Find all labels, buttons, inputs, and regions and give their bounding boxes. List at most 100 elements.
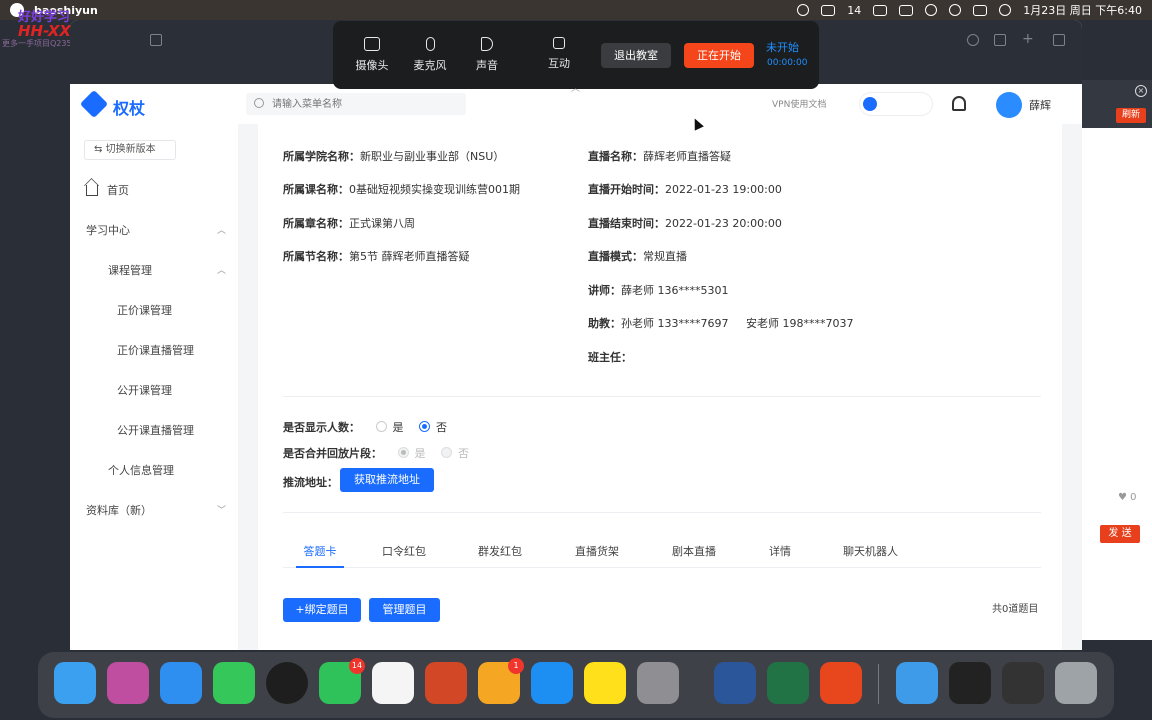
siri-icon[interactable] — [999, 4, 1012, 16]
field-label: 助教： — [588, 317, 621, 330]
chapter-field: 所属章名称：正式课第八周 — [283, 215, 415, 231]
exit-classroom-button[interactable]: 退出教室 — [601, 43, 671, 68]
radio-label: 是 — [392, 421, 404, 434]
sidebar-item-home[interactable]: 首页 — [70, 181, 238, 201]
spotlight-search-icon[interactable] — [949, 4, 962, 16]
sound-control[interactable]: 声音 — [462, 37, 512, 73]
wechat-tray-count: 14 — [847, 3, 862, 17]
mic-control[interactable]: 麦克风 — [405, 37, 455, 73]
tab-details[interactable]: 详情 — [769, 542, 791, 568]
window-preview-icon[interactable] — [1002, 662, 1044, 704]
switch-icon: ⇆ — [94, 144, 103, 155]
word-icon[interactable] — [714, 662, 756, 704]
collapse-caret-icon[interactable]: ︿ — [571, 81, 580, 94]
start-live-button[interactable]: 正在开始 — [684, 43, 754, 68]
control-center-icon[interactable] — [973, 4, 988, 16]
share-icon[interactable] — [994, 34, 1006, 46]
live-name-field: 直播名称：薛辉老师直播答疑 — [588, 148, 731, 164]
app-store-icon[interactable] — [531, 662, 573, 704]
menu-search-input[interactable] — [272, 93, 462, 115]
sidebar-item-public-course[interactable]: 公开课管理 — [70, 381, 238, 401]
bell-icon[interactable] — [952, 96, 966, 111]
tab-group-redpacket[interactable]: 群发红包 — [478, 542, 522, 568]
like-count[interactable]: ♥ 0 — [1118, 492, 1137, 503]
tab-script-live[interactable]: 剧本直播 — [672, 542, 716, 568]
window-preview-icon[interactable] — [949, 662, 991, 704]
tab-live-shelf[interactable]: 直播货架 — [575, 542, 619, 568]
radio-label: 是 — [414, 447, 426, 460]
qq-music-icon[interactable] — [584, 662, 626, 704]
sidebar-item-regular-live[interactable]: 正价课直播管理 — [70, 341, 238, 361]
camera-control[interactable]: 摄像头 — [347, 37, 397, 73]
launchpad-icon[interactable] — [107, 662, 149, 704]
close-icon[interactable]: × — [1135, 85, 1147, 97]
sidebar-item-learning-center[interactable]: 学习中心 ︿ — [70, 221, 238, 241]
sidebar-item-public-live[interactable]: 公开课直播管理 — [70, 421, 238, 441]
trash-icon[interactable] — [1055, 662, 1097, 704]
bind-question-button[interactable]: +绑定题目 — [283, 598, 361, 622]
field-label: 直播结束时间： — [588, 217, 665, 230]
divider — [283, 396, 1041, 397]
end-time-field: 直播结束时间：2022-01-23 20:00:00 — [588, 215, 782, 231]
sidebar-item-label: 个人信息管理 — [108, 464, 174, 477]
menubar-status-area: 14 1月23日 周日 下午6:40 — [797, 0, 1142, 20]
new-tab-icon[interactable]: + — [1022, 32, 1034, 46]
menubar-datetime[interactable]: 1月23日 周日 下午6:40 — [1023, 2, 1142, 18]
avatar[interactable] — [996, 92, 1022, 118]
field-value: 常规直播 — [643, 250, 687, 263]
refresh-button[interactable]: 刷新 — [1116, 108, 1146, 123]
photos-icon[interactable]: 1 — [478, 658, 524, 704]
radio-no[interactable] — [419, 421, 430, 432]
messages-icon[interactable] — [213, 662, 255, 704]
baidu-netdisk-icon[interactable] — [797, 4, 810, 16]
sidebar-toggle-icon[interactable] — [150, 34, 162, 46]
menu-search[interactable] — [246, 93, 466, 115]
microphone-icon — [425, 37, 435, 51]
sidebar-item-label: 课程管理 — [108, 264, 152, 277]
wifi-icon[interactable] — [925, 4, 938, 16]
obs-icon[interactable] — [266, 662, 308, 704]
tab-quiz-card[interactable]: 答题卡 — [296, 542, 344, 568]
logo-icon — [79, 89, 109, 119]
class-teacher-field: 班主任： — [588, 349, 632, 365]
affinity-icon[interactable] — [820, 662, 862, 704]
field-label: 讲师： — [588, 284, 621, 297]
system-preferences-icon[interactable] — [637, 662, 679, 704]
sidebar-item-regular-course[interactable]: 正价课管理 — [70, 301, 238, 321]
safari-icon[interactable] — [160, 662, 202, 704]
battery-icon[interactable] — [899, 4, 914, 16]
tab-password-redpacket[interactable]: 口令红包 — [382, 542, 426, 568]
powerpoint-icon[interactable] — [425, 662, 467, 704]
sidebar-item-course-management[interactable]: 课程管理 ︿ — [70, 261, 238, 281]
sidebar-item-library[interactable]: 资料库（新） ﹀ — [70, 501, 238, 521]
push-url-setting: 推流地址： — [283, 474, 338, 490]
merge-replay-setting: 是否合并回放片段： 是 否 — [283, 445, 469, 461]
input-method-icon[interactable] — [873, 4, 888, 16]
tab-overview-icon[interactable] — [1053, 34, 1065, 46]
control-label: 互动 — [548, 57, 570, 70]
heart-icon: ♥ — [1118, 492, 1127, 503]
get-push-url-button[interactable]: 获取推流地址 — [340, 468, 434, 492]
user-name[interactable]: 薛辉 — [1029, 97, 1051, 113]
wechat-tray-icon[interactable] — [821, 4, 836, 16]
folder-icon[interactable] — [896, 662, 938, 704]
sidebar-item-personal-info[interactable]: 个人信息管理 — [70, 461, 238, 481]
field-value: 2022-01-23 20:00:00 — [665, 217, 782, 230]
manage-questions-button[interactable]: 管理题目 — [369, 598, 440, 622]
vpn-doc-link[interactable]: VPN使用文档 — [772, 97, 826, 110]
app-logo-text: 权杖 — [113, 99, 146, 118]
interact-control[interactable]: 互动 — [534, 37, 584, 71]
send-button[interactable]: 发 送 — [1100, 525, 1140, 543]
field-label: 所属学院名称： — [283, 150, 360, 163]
section-field: 所属节名称：第5节 薛辉老师直播答疑 — [283, 248, 470, 264]
excel-icon[interactable] — [767, 662, 809, 704]
assistant-field: 助教：孙老师 133****7697 安老师 198****7037 — [588, 315, 854, 331]
finder-icon[interactable] — [54, 662, 96, 704]
wechat-icon[interactable]: 14 — [319, 658, 365, 704]
baidu-netdisk-icon[interactable] — [372, 662, 414, 704]
header-switch[interactable] — [860, 93, 932, 115]
extension-icon[interactable] — [967, 34, 979, 46]
radio-yes[interactable] — [375, 421, 387, 432]
switch-version-button[interactable]: ⇆ 切换新版本 — [84, 140, 176, 160]
tab-chatbot[interactable]: 聊天机器人 — [843, 542, 898, 568]
